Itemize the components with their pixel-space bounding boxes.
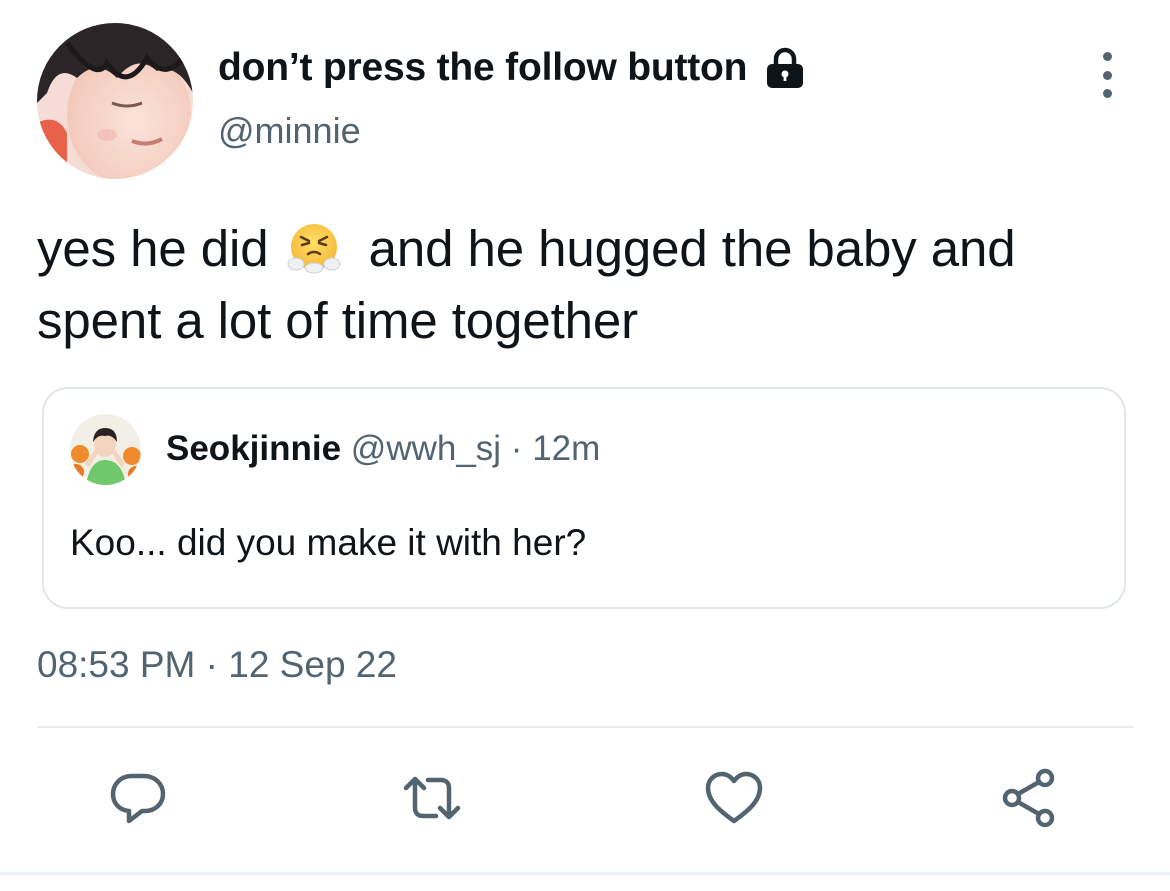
quoted-author-handle-time: @wwh_sj · 12m bbox=[350, 429, 601, 468]
reply-icon bbox=[110, 773, 166, 824]
more-options-icon[interactable] bbox=[1092, 52, 1122, 98]
quoted-avatar-image bbox=[70, 414, 141, 485]
reply-button[interactable] bbox=[106, 766, 170, 830]
quoted-tweet-card[interactable]: Seokjinnie @wwh_sj · 12m Koo... did you … bbox=[42, 387, 1126, 609]
quoted-author-avatar[interactable] bbox=[70, 414, 141, 485]
lock-icon bbox=[765, 47, 805, 89]
tweet-text: yes he did and he hugged the baby and sp… bbox=[37, 213, 1137, 357]
quoted-tweet-header: Seokjinnie @wwh_sj · 12m bbox=[166, 429, 600, 469]
author-name-row: don’t press the follow button bbox=[218, 42, 805, 94]
retweet-button[interactable] bbox=[400, 766, 464, 830]
author-avatar[interactable] bbox=[37, 23, 193, 179]
divider bbox=[37, 726, 1134, 728]
tweet-timestamp[interactable]: 08:53 PM · 12 Sep 22 bbox=[37, 644, 397, 686]
more-dot bbox=[1102, 52, 1112, 61]
author-handle[interactable]: @minnie bbox=[218, 110, 361, 152]
more-dot bbox=[1102, 70, 1112, 80]
more-dot bbox=[1102, 89, 1112, 98]
author-display-name[interactable]: don’t press the follow button bbox=[218, 46, 748, 90]
quoted-tweet-text: Koo... did you make it with her? bbox=[70, 522, 587, 563]
like-button[interactable] bbox=[702, 766, 766, 830]
like-icon bbox=[705, 771, 763, 824]
retweet-icon bbox=[403, 776, 461, 820]
bottom-divider bbox=[0, 872, 1170, 875]
tweet-text-part-1: yes he did bbox=[37, 220, 269, 277]
share-button[interactable] bbox=[998, 766, 1062, 830]
share-icon bbox=[1002, 768, 1055, 828]
avatar-image bbox=[37, 23, 193, 179]
quoted-author-name[interactable]: Seokjinnie bbox=[166, 429, 341, 468]
face-with-steam-emoji-icon bbox=[287, 220, 341, 274]
